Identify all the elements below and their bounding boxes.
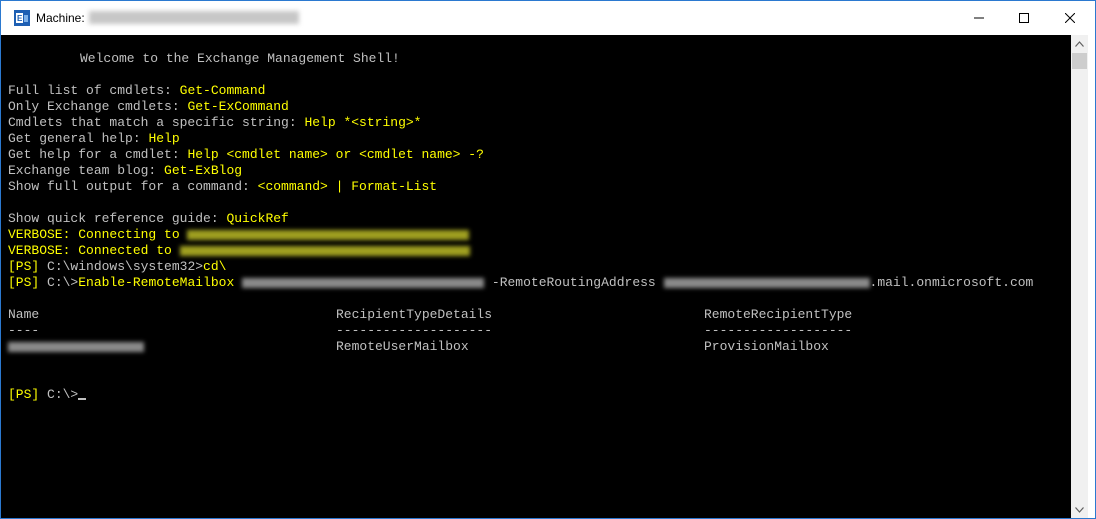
redacted-server <box>179 245 470 256</box>
verbose-connecting-line: VERBOSE: Connecting to <box>8 227 470 243</box>
minimize-button[interactable] <box>956 1 1002 35</box>
exchange-shell-window: E Machine: Welcome to the Exchange Manag… <box>0 0 1096 519</box>
redacted-address <box>663 277 870 288</box>
close-icon <box>1065 13 1075 23</box>
table-cell-remote-recipient-type: ProvisionMailbox <box>704 339 829 354</box>
current-prompt: [PS] C:\> <box>8 387 87 403</box>
scroll-up-button[interactable] <box>1071 35 1088 52</box>
vertical-scrollbar[interactable] <box>1071 35 1088 518</box>
verbose-connected-line: VERBOSE: Connected to <box>8 243 470 259</box>
help-line: Only Exchange cmdlets: Get-ExCommand <box>8 99 289 114</box>
text-cursor <box>78 398 87 400</box>
help-line: Show full output for a command: <command… <box>8 179 438 194</box>
column-separator: ------------------- <box>704 323 853 338</box>
column-header-recipient-type-details: RecipientTypeDetails <box>336 307 493 322</box>
maximize-button[interactable] <box>1001 1 1047 35</box>
close-button[interactable] <box>1047 1 1093 35</box>
quickref-line: Show quick reference guide: QuickRef <box>8 211 289 226</box>
help-line: Exchange team blog: Get-ExBlog <box>8 163 243 178</box>
help-line: Get help for a cmdlet: Help <cmdlet name… <box>8 147 484 162</box>
column-separator: -------------------- <box>336 323 493 338</box>
column-separator: ---- <box>8 323 40 338</box>
redacted-identity <box>242 277 485 288</box>
title-bar[interactable]: E Machine: <box>1 1 1095 35</box>
redacted-name <box>8 341 144 352</box>
console-output[interactable]: Welcome to the Exchange Management Shell… <box>1 35 1071 518</box>
minimize-icon <box>974 17 984 19</box>
redacted-server <box>187 229 470 240</box>
window-title: Machine: <box>36 11 85 25</box>
redacted-machine-name <box>89 11 299 24</box>
help-line: Get general help: Help <box>8 131 180 146</box>
welcome-message: Welcome to the Exchange Management Shell… <box>80 51 400 66</box>
help-line: Full list of cmdlets: Get-Command <box>8 83 266 98</box>
help-line: Cmdlets that match a specific string: He… <box>8 115 422 130</box>
command-line: [PS] C:\>Enable-RemoteMailbox -RemoteRou… <box>8 275 1034 290</box>
chevron-down-icon <box>1075 506 1084 513</box>
column-header-remote-recipient-type: RemoteRecipientType <box>704 307 853 322</box>
table-cell-name <box>8 339 144 355</box>
svg-text:E: E <box>17 14 23 23</box>
exchange-shell-icon: E <box>14 10 30 26</box>
chevron-up-icon <box>1075 40 1084 47</box>
maximize-icon <box>1019 13 1029 23</box>
scroll-down-button[interactable] <box>1071 501 1088 518</box>
command-line: [PS] C:\windows\system32>cd\ <box>8 259 227 274</box>
scroll-thumb[interactable] <box>1072 53 1087 69</box>
column-header-name: Name <box>8 307 40 322</box>
table-cell-recipient-type-details: RemoteUserMailbox <box>336 339 469 354</box>
